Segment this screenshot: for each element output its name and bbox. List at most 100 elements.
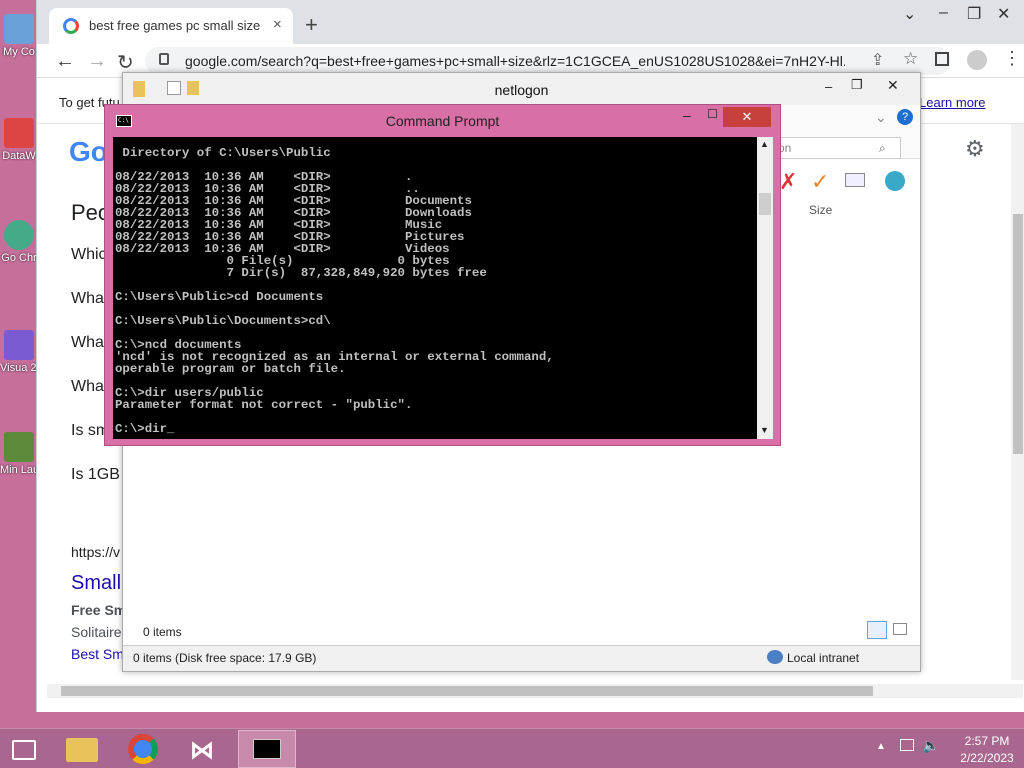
new-tab-button[interactable]: + xyxy=(305,12,318,38)
google-logo[interactable]: Go xyxy=(69,136,108,168)
explorer-title-bar: netlogon – ❐ ✕ xyxy=(123,73,920,105)
network-icon[interactable] xyxy=(900,739,914,751)
desktop-icon-chrome[interactable]: Go Chr xyxy=(0,216,38,296)
close-button[interactable]: ✕ xyxy=(997,4,1010,24)
computer-icon xyxy=(4,14,34,44)
browser-tab[interactable]: best free games pc small size - G × xyxy=(49,8,293,44)
delete-icon[interactable]: ✗ xyxy=(779,169,797,195)
menu-kebab-icon[interactable]: ⋮ xyxy=(1003,48,1021,69)
clock-date[interactable]: 2/22/2023 xyxy=(950,751,1024,765)
result-title-link[interactable]: Small xyxy=(71,572,121,595)
details-view-icon[interactable] xyxy=(867,621,887,639)
scroll-thumb[interactable] xyxy=(1013,214,1023,454)
bookmark-star-icon[interactable]: ☆ xyxy=(903,49,918,69)
cmd-line: C:\>dir_ xyxy=(115,422,175,436)
vertical-scrollbar[interactable] xyxy=(1011,124,1024,680)
chrome-icon xyxy=(128,734,158,764)
paa-item[interactable]: Is 1GB xyxy=(71,466,120,484)
cmd-line: Parameter format not correct - "public". xyxy=(115,398,413,412)
windows-logo-icon xyxy=(12,740,36,760)
explorer-close-button[interactable]: ✕ xyxy=(887,77,899,94)
url-text: google.com/search?q=best+free+games+pc+s… xyxy=(185,53,845,69)
maximize-button[interactable]: ❐ xyxy=(967,4,981,24)
google-favicon-icon xyxy=(63,18,79,34)
back-arrow-icon[interactable]: ← xyxy=(55,50,75,73)
cmd-line: operable program or batch file. xyxy=(115,362,346,376)
chrome-icon xyxy=(4,220,34,250)
cmd-maximize-button[interactable]: ☐ xyxy=(707,107,718,121)
minimize-button[interactable]: – xyxy=(939,4,948,22)
cmd-line xyxy=(115,411,755,423)
tab-bar: best free games pc small size - G × + ⌄ … xyxy=(37,0,1024,44)
cmd-console[interactable]: Directory of C:\Users\Public 08/22/2013 … xyxy=(113,137,773,439)
file-explorer-icon xyxy=(66,738,98,762)
paa-item[interactable]: Whic xyxy=(71,246,107,264)
clock-time[interactable]: 2:57 PM xyxy=(954,734,1020,748)
large-icons-view-icon[interactable] xyxy=(893,623,907,635)
scroll-thumb[interactable] xyxy=(61,686,873,696)
command-prompt-window: C:\ Command Prompt – ☐ ✕ Directory of C:… xyxy=(104,104,781,446)
help-icon[interactable]: ? xyxy=(897,109,913,125)
settings-gear-icon[interactable]: ⚙ xyxy=(965,136,985,162)
profile-avatar[interactable] xyxy=(967,50,987,70)
visual-studio-icon xyxy=(4,330,34,360)
forward-arrow-icon[interactable]: → xyxy=(87,50,107,73)
mail-icon[interactable] xyxy=(845,173,865,187)
tab-close-button[interactable]: × xyxy=(273,16,282,33)
volume-icon[interactable]: 🔈 xyxy=(922,737,939,754)
paa-item[interactable]: Wha xyxy=(71,378,104,396)
omnibox[interactable]: google.com/search?q=best+free+games+pc+s… xyxy=(145,47,951,75)
explorer-minimize-button[interactable]: – xyxy=(825,79,832,94)
taskbar-command-prompt[interactable] xyxy=(238,730,296,768)
scroll-up-icon[interactable]: ▲ xyxy=(760,139,769,149)
cmd-title-bar[interactable]: C:\ Command Prompt – ☐ ✕ xyxy=(105,105,780,137)
desktop-icon-my-computer[interactable]: My Co xyxy=(0,10,38,90)
result-url: https://v xyxy=(71,544,121,560)
column-header-size[interactable]: Size xyxy=(809,203,832,217)
show-hidden-icons[interactable]: ▲ xyxy=(876,741,886,752)
share-icon[interactable]: ⇪ xyxy=(871,50,884,70)
taskbar-chrome[interactable] xyxy=(118,730,170,768)
result-sitelink[interactable]: Best Sm xyxy=(71,646,124,662)
minecraft-icon xyxy=(4,432,34,462)
scroll-thumb[interactable] xyxy=(759,193,771,215)
scroll-down-icon[interactable]: ▼ xyxy=(760,425,769,435)
taskbar-file-explorer[interactable] xyxy=(56,730,108,768)
status-text: 0 items (Disk free space: 17.9 GB) xyxy=(133,651,317,665)
tab-search-icon[interactable]: ⌄ xyxy=(903,4,916,24)
zone-text: Local intranet xyxy=(787,651,860,665)
explorer-status-bar: 0 items (Disk free space: 17.9 GB) Local… xyxy=(123,645,920,671)
cmd-icon xyxy=(253,739,281,759)
sidepanel-icon[interactable] xyxy=(935,52,949,66)
explorer-title: netlogon xyxy=(494,82,549,98)
horizontal-scrollbar[interactable] xyxy=(47,684,1023,698)
tab-title: best free games pc small size - G xyxy=(89,18,264,33)
result-snippet: Free Sm xyxy=(71,602,127,618)
dropdown-chevron-icon[interactable]: ⌄ xyxy=(875,109,887,126)
paa-item[interactable]: Wha xyxy=(71,290,104,308)
system-tray: ▲ 🔈 2:57 PM 2/22/2023 xyxy=(870,729,1024,768)
cmd-line: C:\Users\Public\Documents>cd\ xyxy=(115,314,331,328)
visual-studio-icon: ⋈ xyxy=(190,737,214,764)
globe-icon[interactable] xyxy=(885,171,905,191)
desktop-icon-minecraft[interactable]: Min Lau xyxy=(0,428,38,508)
search-icon[interactable]: ⌕ xyxy=(879,141,886,156)
desktop-icon-visual-studio[interactable]: Visua 20 xyxy=(0,326,38,406)
check-icon[interactable]: ✓ xyxy=(811,169,829,195)
learn-more-link[interactable]: Learn more xyxy=(919,95,985,110)
explorer-maximize-button[interactable]: ❐ xyxy=(851,77,863,93)
intranet-globe-icon xyxy=(767,650,783,664)
taskbar-visual-studio[interactable]: ⋈ xyxy=(178,730,230,768)
dataw-icon xyxy=(4,118,34,148)
desktop-icon-dataw[interactable]: DataW xyxy=(0,114,38,194)
cmd-close-button[interactable]: ✕ xyxy=(723,107,771,127)
start-button[interactable] xyxy=(0,730,52,768)
cmd-output: Directory of C:\Users\Public 08/22/2013 … xyxy=(115,147,755,435)
taskbar: ⋈ ▲ 🔈 2:57 PM 2/22/2023 xyxy=(0,728,1024,768)
cmd-scrollbar[interactable]: ▲ ▼ xyxy=(757,137,773,439)
cmd-line: 7 Dir(s) 87,328,849,920 bytes free xyxy=(115,266,487,280)
paa-item[interactable]: Wha xyxy=(71,334,104,352)
cmd-minimize-button[interactable]: – xyxy=(683,107,691,123)
result-snippet: Solitaire xyxy=(71,624,122,640)
cmd-line: Directory of C:\Users\Public xyxy=(115,146,331,160)
